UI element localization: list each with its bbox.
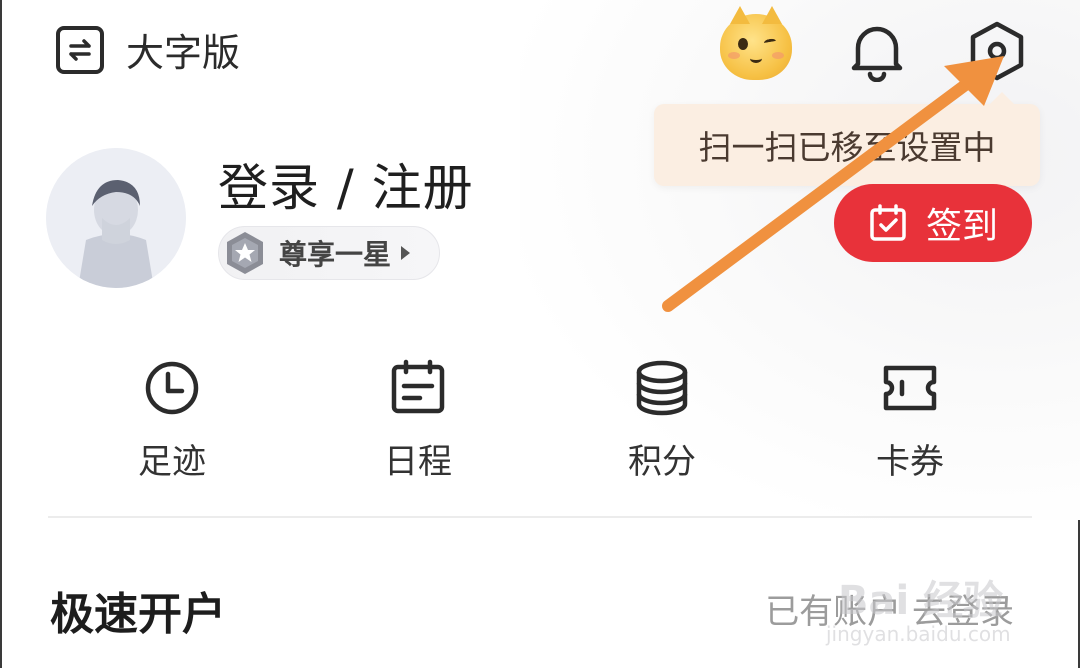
quick-account-title: 极速开户: [50, 589, 226, 640]
footprints-action[interactable]: 足迹: [112, 358, 232, 483]
coupons-action[interactable]: 卡券: [850, 358, 970, 483]
schedule-action[interactable]: 日程: [358, 358, 478, 483]
vip-level-label: 尊享一星: [279, 238, 392, 271]
large-font-mode-button[interactable]: 大字版: [56, 22, 240, 77]
schedule-label: 日程: [384, 442, 452, 482]
watermark-url: jingyan.baidu.com: [826, 622, 1011, 646]
vip-level-badge[interactable]: 尊享一星: [218, 226, 440, 280]
baidu-jingyan-watermark: Bai 经验 jingyan.baidu.com: [816, 560, 1036, 660]
login-register-link[interactable]: 登录 / 注册: [218, 148, 474, 220]
left-frame-edge: [0, 0, 2, 668]
tooltip-text: 扫一扫已移至设置中: [698, 128, 996, 167]
ticket-icon: [883, 365, 937, 411]
clock-icon: [145, 361, 199, 415]
bell-icon[interactable]: [848, 20, 906, 83]
check-in-label: 签到: [925, 206, 998, 247]
switch-icon: [56, 25, 104, 74]
large-font-mode-label: 大字版: [126, 31, 241, 75]
star-badge-icon: [221, 229, 269, 277]
calendar-check-icon: [870, 204, 906, 241]
scan-moved-tooltip: 扫一扫已移至设置中: [654, 92, 1040, 186]
mascot-icon[interactable]: [720, 6, 792, 80]
section-divider: [48, 516, 1032, 518]
gear-icon[interactable]: [964, 18, 1030, 84]
coins-icon: [636, 360, 688, 416]
chevron-right-icon: [401, 246, 411, 260]
check-in-button[interactable]: 签到: [834, 184, 1032, 262]
coupons-label: 卡券: [876, 442, 944, 482]
watermark-brand: Bai 经验: [838, 578, 1004, 624]
points-action[interactable]: 积分: [602, 358, 722, 483]
footprints-label: 足迹: [138, 442, 206, 482]
calendar-icon: [391, 359, 445, 414]
avatar[interactable]: [46, 148, 186, 288]
points-label: 积分: [628, 442, 696, 482]
